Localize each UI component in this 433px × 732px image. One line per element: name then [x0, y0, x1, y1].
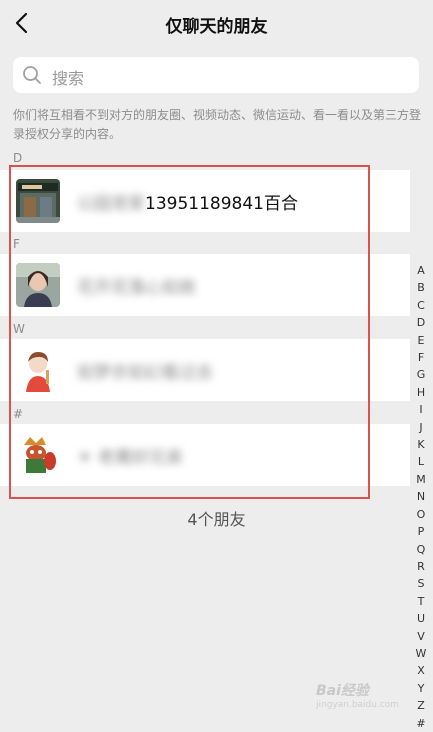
alphabet-index[interactable]: A B C D E F G H I J K L M N O P Q R S T U V W X Y Z #: [413, 262, 429, 732]
index-letter[interactable]: H: [413, 384, 429, 401]
friend-count: 4个朋友: [187, 510, 246, 529]
index-letter[interactable]: B: [413, 279, 429, 296]
index-letter[interactable]: N: [413, 488, 429, 505]
index-letter[interactable]: Z: [413, 697, 429, 714]
index-letter[interactable]: T: [413, 593, 429, 610]
index-letter[interactable]: D: [413, 314, 429, 331]
index-letter[interactable]: I: [413, 401, 429, 418]
search-placeholder: 搜索: [52, 69, 85, 88]
index-letter[interactable]: M: [413, 471, 429, 488]
index-letter[interactable]: E: [413, 332, 429, 349]
index-letter[interactable]: R: [413, 558, 429, 575]
index-letter[interactable]: #: [413, 715, 429, 732]
index-letter[interactable]: G: [413, 366, 429, 383]
index-letter[interactable]: Y: [413, 680, 429, 697]
index-letter[interactable]: J: [413, 419, 429, 436]
index-letter[interactable]: C: [413, 297, 429, 314]
index-letter[interactable]: Q: [413, 541, 429, 558]
index-letter[interactable]: L: [413, 453, 429, 470]
index-letter[interactable]: K: [413, 436, 429, 453]
index-letter[interactable]: A: [413, 262, 429, 279]
watermark-logo: Bai经验: [316, 683, 369, 699]
index-letter[interactable]: S: [413, 575, 429, 592]
highlight-annotation: [9, 165, 370, 499]
index-letter[interactable]: X: [413, 662, 429, 679]
index-letter[interactable]: V: [413, 628, 429, 645]
index-letter[interactable]: U: [413, 610, 429, 627]
search-input[interactable]: 搜索: [13, 57, 419, 93]
section-header-d: D: [13, 151, 23, 165]
index-letter[interactable]: O: [413, 506, 429, 523]
index-letter[interactable]: W: [413, 645, 429, 662]
page-title: 仅聊天的朋友: [165, 17, 268, 37]
index-letter[interactable]: P: [413, 523, 429, 540]
privacy-description: 你们将互相看不到对方的朋友圈、视频动态、微信运动、看一看以及第三方登录授权分享的…: [13, 108, 422, 141]
index-letter[interactable]: F: [413, 349, 429, 366]
watermark-url: jingyan.baidu.com: [316, 700, 400, 710]
nav-bar: 仅聊天的朋友: [0, 0, 433, 48]
search-icon: [21, 64, 43, 86]
